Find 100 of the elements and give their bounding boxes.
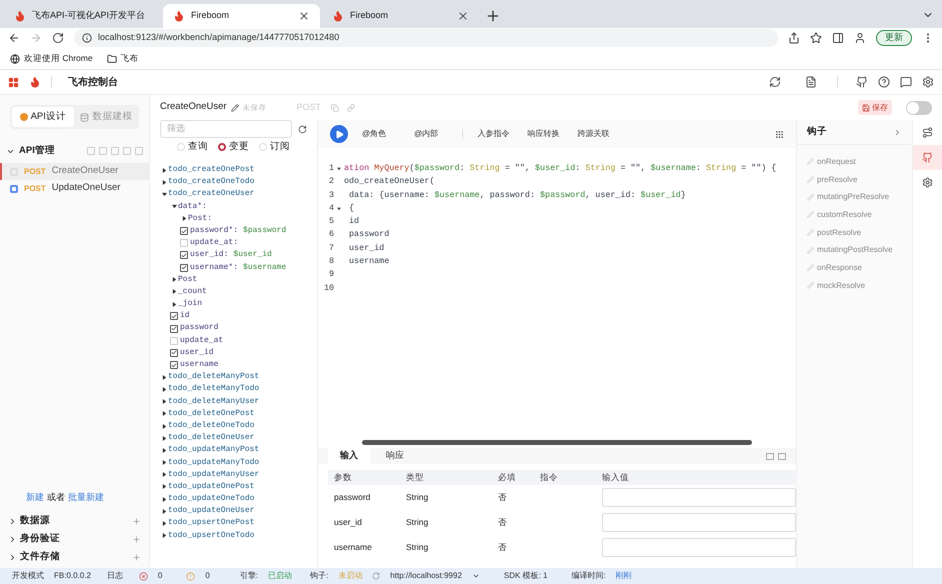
tree-item[interactable]: todo_updateManyPost xyxy=(168,444,260,457)
sdk-label[interactable]: SDK 模板: 1 xyxy=(504,570,548,582)
toggle-switch[interactable] xyxy=(906,100,932,114)
collapsed-caret-icon[interactable] xyxy=(170,288,178,296)
tree-item[interactable]: todo_createOnePost xyxy=(168,164,254,176)
tree-item[interactable]: todo_deleteManyTodo xyxy=(168,383,260,396)
message-icon[interactable] xyxy=(900,76,912,88)
group-title[interactable]: 数据源 xyxy=(20,514,50,528)
checkbox[interactable] xyxy=(170,361,178,370)
collapsed-caret-icon[interactable] xyxy=(160,178,168,186)
tree-item[interactable]: _count xyxy=(178,286,207,298)
checkbox[interactable] xyxy=(170,312,178,320)
tree-item[interactable]: todo_createOneUser xyxy=(168,188,254,201)
create-link[interactable]: 新建 xyxy=(26,491,44,505)
toolbar-tag[interactable]: 响应转换 xyxy=(523,128,564,140)
checkbox[interactable] xyxy=(180,251,188,260)
collapsed-caret-icon[interactable] xyxy=(170,276,178,284)
checkbox[interactable] xyxy=(180,227,188,236)
refresh-icon[interactable] xyxy=(769,76,781,88)
tree-item[interactable]: Post: xyxy=(188,212,212,225)
back-icon[interactable] xyxy=(8,32,20,44)
checkbox[interactable] xyxy=(170,324,178,333)
log-button[interactable]: 日志 xyxy=(106,570,123,582)
collapsed-caret-icon[interactable] xyxy=(160,410,168,418)
tree-item[interactable]: todo_deleteManyUser xyxy=(168,396,260,408)
bookmark[interactable]: 欢迎使用 Chrome xyxy=(10,52,93,65)
save-button[interactable]: 保存 xyxy=(858,100,892,115)
tree-item[interactable]: todo_updateOneUser xyxy=(168,505,254,518)
info-icon[interactable] xyxy=(82,33,92,43)
browser-tab[interactable]: Fireboom xyxy=(163,4,320,28)
collapsed-caret-icon[interactable] xyxy=(160,532,168,540)
radio-label[interactable]: 订阅 xyxy=(270,140,290,154)
toolbar-tag[interactable]: 跨源关联 xyxy=(573,128,614,140)
expanded-caret-icon[interactable] xyxy=(170,202,178,211)
edit-icon[interactable] xyxy=(230,104,239,112)
tree-item[interactable]: todo_updateManyTodo xyxy=(168,456,260,469)
github-icon[interactable] xyxy=(856,76,868,88)
collapsed-caret-icon[interactable] xyxy=(160,398,168,406)
tree-item[interactable]: todo_updateManyUser xyxy=(168,468,260,481)
toolbar-tag[interactable]: 入参指令 xyxy=(473,128,514,140)
tree-item[interactable]: todo_updateOneTodo xyxy=(168,493,254,506)
close-icon[interactable] xyxy=(457,10,469,22)
bookmark-star-icon[interactable] xyxy=(810,32,822,44)
hooks-url[interactable]: http://localhost:9992 xyxy=(390,570,462,582)
document-icon[interactable] xyxy=(805,76,817,88)
reload-icon[interactable] xyxy=(52,32,64,44)
collapsed-caret-icon[interactable] xyxy=(160,373,168,382)
panel-tab[interactable]: 响应 xyxy=(374,448,416,464)
collapsed-caret-icon[interactable] xyxy=(160,446,168,454)
group-title[interactable]: 文件存储 xyxy=(20,550,60,564)
browser-tab[interactable]: Fireboom xyxy=(322,4,479,28)
scrollbar[interactable] xyxy=(362,440,752,445)
panel-tab[interactable]: 输入 xyxy=(328,448,370,464)
bookmark-folder[interactable]: 飞布 xyxy=(106,52,139,65)
new-tab-icon[interactable] xyxy=(485,8,501,24)
refresh-icon[interactable] xyxy=(298,124,307,134)
profile-icon[interactable] xyxy=(854,32,866,44)
tree-item[interactable]: todo_upsertOneTodo xyxy=(168,530,254,542)
fold-caret-icon[interactable] xyxy=(337,166,341,171)
checkbox[interactable] xyxy=(180,264,188,272)
tree-item[interactable]: todo_deleteOneUser xyxy=(168,432,254,444)
collapsed-caret-icon[interactable] xyxy=(160,166,168,174)
toolbar-tag[interactable]: @内部 xyxy=(410,128,442,140)
radio-label[interactable]: 查询 xyxy=(188,140,208,154)
browser-tab[interactable]: 飞布API-可视化API开发平台 xyxy=(4,4,161,28)
drag-handle-icon[interactable] xyxy=(775,130,784,138)
collapsed-caret-icon[interactable] xyxy=(170,300,178,308)
collapsed-caret-icon[interactable] xyxy=(160,422,168,430)
route-icon[interactable] xyxy=(922,127,933,138)
sidebar-tab[interactable]: API设计 xyxy=(12,107,74,127)
input-field[interactable] xyxy=(602,538,796,557)
input-field[interactable] xyxy=(602,488,796,507)
input-field[interactable] xyxy=(602,513,796,532)
checkbox[interactable] xyxy=(170,348,178,357)
tree-item[interactable]: _join xyxy=(178,298,202,310)
toolbar-tag[interactable]: @角色 xyxy=(358,128,390,140)
settings-icon[interactable] xyxy=(922,76,934,88)
radio-label[interactable]: 变更 xyxy=(229,140,249,154)
batch-create-link[interactable]: 批量新建 xyxy=(68,491,104,505)
api-item[interactable]: POST UpdateOneUser xyxy=(0,180,149,197)
chevron-icon[interactable] xyxy=(893,128,902,136)
tree-item[interactable]: todo_upsertOnePost xyxy=(168,517,254,530)
expanded-caret-icon[interactable] xyxy=(160,190,168,198)
tree-item[interactable]: todo_deleteOneTodo xyxy=(168,420,254,432)
collapsed-caret-icon[interactable] xyxy=(160,495,168,504)
hook-item[interactable]: onResponse xyxy=(817,262,862,274)
address-field[interactable]: localhost:9123/#/workbench/apimanage/1447770517012480 xyxy=(74,29,778,47)
share-icon[interactable] xyxy=(788,32,800,44)
collapsed-caret-icon[interactable] xyxy=(160,482,168,491)
tree-item[interactable]: todo_updateOnePost xyxy=(168,480,254,494)
api-item[interactable]: POST CreateOneUser xyxy=(0,163,149,180)
group-title[interactable]: 身份验证 xyxy=(20,532,60,546)
collapsed-caret-icon[interactable] xyxy=(180,214,188,223)
tree-item[interactable]: todo_createOneTodo xyxy=(168,176,254,188)
fold-caret-icon[interactable] xyxy=(337,206,341,211)
tree-item[interactable]: todo_deleteManyPost xyxy=(168,371,260,384)
side-panel-icon[interactable] xyxy=(832,32,844,44)
collapsed-caret-icon[interactable] xyxy=(160,520,168,528)
settings-icon[interactable] xyxy=(922,177,933,188)
update-button[interactable]: 更新 xyxy=(876,30,912,46)
